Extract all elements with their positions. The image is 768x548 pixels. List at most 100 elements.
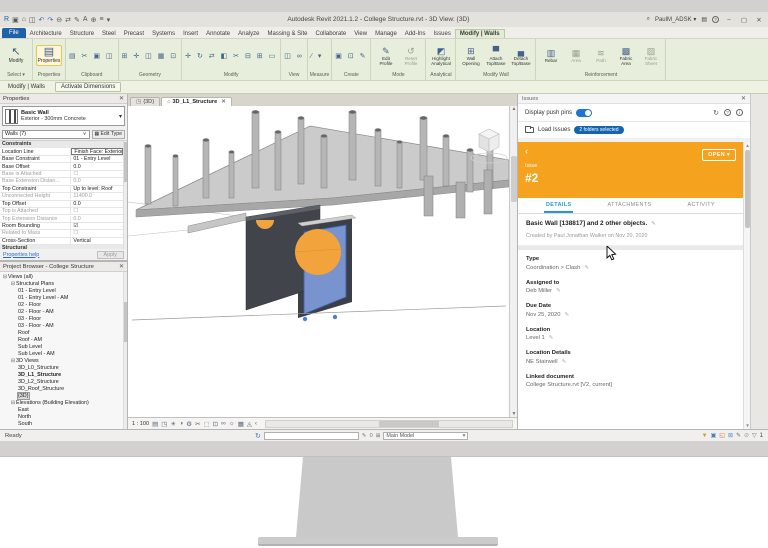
undo-icon[interactable]: ↶ — [39, 16, 45, 24]
element-filter-select[interactable]: Walls (7) ∨ — [2, 130, 90, 139]
load-issues-button[interactable]: Load Issues — [538, 127, 570, 133]
property-value[interactable]: 0.0 — [71, 201, 123, 207]
views-icon[interactable]: ▣ — [12, 16, 19, 24]
close-icon[interactable]: ✕ — [119, 95, 124, 102]
tree-item[interactable]: ⊟ 3D Views — [0, 357, 123, 364]
ribbon-tab[interactable]: Annotate — [202, 30, 234, 38]
save-icon[interactable]: ◫ — [29, 16, 36, 24]
property-value[interactable]: 0.0 — [71, 164, 123, 170]
properties-help-link[interactable]: Properties help — [3, 252, 39, 258]
measure-icons[interactable]: ∕ ▾ — [311, 52, 324, 60]
3d-view-icon[interactable]: ⊕ — [91, 16, 97, 24]
tree-item[interactable]: {3D} — [0, 392, 123, 399]
grid-icon[interactable]: ⊞ — [376, 433, 381, 439]
refresh-icon[interactable]: ↻ — [713, 109, 719, 117]
issue-pushpin-large[interactable] — [295, 229, 341, 275]
property-value[interactable]: 11400.0 — [71, 193, 123, 199]
property-value[interactable]: ☐ — [71, 230, 123, 236]
ribbon-tab[interactable]: View — [350, 30, 371, 38]
model-canvas[interactable] — [128, 106, 509, 417]
collapse-icon[interactable]: ‹ — [255, 420, 257, 428]
ribbon-tab[interactable]: Steel — [98, 30, 120, 38]
lock-view-icon[interactable]: ⊡ — [213, 420, 218, 428]
property-value[interactable]: ☑ — [71, 223, 123, 229]
create-icons[interactable]: ▣ ⊡ ✎ — [335, 52, 367, 60]
temporary-hide-icon[interactable]: ∞ — [221, 420, 226, 428]
browser-scrollbar[interactable] — [123, 272, 127, 429]
tree-item[interactable]: 03 - Floor - AM — [0, 322, 123, 329]
property-value[interactable]: ☐ — [71, 171, 123, 177]
edit-icon[interactable]: ✎ — [556, 288, 561, 294]
tree-item[interactable]: Roof — [0, 329, 123, 336]
tree-item[interactable]: ⊟ Elevations (Building Elevation) — [0, 399, 123, 406]
tree-item[interactable]: 3D_L2_Structure — [0, 378, 123, 385]
view-tab[interactable]: ⌂ 3D_L1_Structure ✕ — [161, 97, 232, 106]
vertical-scrollbar[interactable]: ▲ ▼ — [509, 106, 517, 417]
scrollbar-thumb[interactable] — [379, 421, 439, 427]
view-tab[interactable]: ◳ {3D} — [130, 97, 160, 106]
minimize-button[interactable]: – — [724, 16, 734, 23]
issue-tab[interactable]: ATTACHMENTS — [605, 198, 653, 213]
info-icon[interactable]: i — [736, 109, 743, 116]
edit-icon[interactable]: ✎ — [562, 359, 567, 365]
close-icon[interactable]: ✕ — [119, 263, 124, 270]
clipboard-icons[interactable]: ▤ ✂ ▣ ◫ — [69, 52, 115, 60]
worksharing-input[interactable] — [264, 432, 359, 440]
property-value[interactable]: Vertical — [71, 238, 123, 244]
rebar-button[interactable]: ▥ Rebar — [539, 48, 562, 63]
type-selector[interactable]: Basic Wall Exterior - 300mm Concrete ▾ — [0, 104, 127, 128]
highlight-analytical-button[interactable]: ◩ Highlight Analytical — [429, 46, 452, 66]
render-icon[interactable]: ⚙ — [186, 420, 192, 428]
ribbon-tab[interactable]: Architecture — [26, 30, 66, 38]
property-value[interactable]: ☐ — [71, 208, 123, 214]
fabric-area-button[interactable]: ▩ Fabric Area — [614, 46, 637, 66]
tree-item[interactable]: ⊟ Structural Plans — [0, 280, 123, 287]
modify-icons[interactable]: ✛ ↻ ⇄ ◧ ✂ ⊟ ⊞ ▭ — [185, 52, 277, 60]
scroll-down-icon[interactable]: ▼ — [744, 423, 751, 428]
activate-dimensions-button[interactable]: Activate Dimensions — [55, 82, 121, 92]
properties-button[interactable]: ▤ Properties — [36, 45, 62, 66]
close-button[interactable]: ✕ — [754, 16, 764, 24]
property-value[interactable]: 0.0 — [71, 178, 123, 184]
edit-profile-button[interactable]: ✎ Edit Profile — [374, 46, 397, 66]
text-icon[interactable]: A — [83, 16, 88, 23]
tree-item[interactable]: 02 - Floor - AM — [0, 308, 123, 315]
filter-icon[interactable]: ▼ — [702, 433, 708, 439]
edit-icon[interactable]: ✎ — [584, 265, 589, 271]
ribbon-tab[interactable]: Massing & Site — [263, 30, 311, 38]
issue-tab[interactable]: DETAILS — [544, 198, 573, 213]
chevron-down-icon[interactable]: ▾ — [119, 113, 122, 120]
apply-button[interactable]: Apply — [97, 251, 125, 259]
detail-level-icon[interactable]: ▤ — [152, 420, 158, 428]
crop-view-icon[interactable]: ✂ — [195, 420, 200, 428]
tag-icon[interactable]: ✎ — [74, 16, 80, 24]
tree-item[interactable]: 03 - Floor — [0, 315, 123, 322]
attach-top-base-button[interactable]: ▀ Attach Top/Base — [484, 46, 507, 66]
reveal-hidden-icon[interactable]: ☼ — [229, 420, 235, 428]
horizontal-scrollbar[interactable] — [265, 420, 513, 428]
editable-icon[interactable]: ✎ — [362, 433, 367, 439]
tree-item[interactable]: ⊟ Views (all) — [0, 273, 123, 280]
scroll-up-icon[interactable]: ▲ — [744, 143, 751, 148]
property-value[interactable]: Finish Face: Exterior — [71, 148, 123, 154]
level-node[interactable] — [333, 315, 337, 319]
close-icon[interactable]: ✕ — [221, 99, 226, 105]
tree-item[interactable]: South — [0, 420, 123, 427]
issue-tab[interactable]: ACTIVITY — [686, 198, 717, 213]
worksharing-icon[interactable]: ↻ — [255, 432, 261, 440]
modify-button[interactable]: ↖ Modify — [3, 46, 29, 65]
ribbon-tab[interactable]: Modify | Walls — [455, 29, 505, 38]
type-selector-box[interactable]: Basic Wall Exterior - 300mm Concrete ▾ — [2, 106, 125, 126]
tree-item[interactable]: Roof - AM — [0, 336, 123, 343]
view-icons[interactable]: ◫ ∞ — [284, 52, 304, 60]
edit-type-button[interactable]: ▦ Edit Type — [92, 130, 125, 139]
editable-only-icon[interactable]: ▣ — [711, 432, 717, 439]
pushpins-toggle[interactable] — [576, 109, 592, 117]
help-icon[interactable]: ? — [724, 109, 731, 116]
revit-logo-icon[interactable]: R — [4, 16, 9, 23]
issues-scrollbar[interactable]: ▲ ▼ — [743, 142, 750, 429]
scrollbar-thumb[interactable] — [745, 150, 750, 228]
ribbon-tab[interactable]: Insert — [179, 30, 202, 38]
tree-item[interactable]: Sub Level - AM — [0, 350, 123, 357]
property-value[interactable]: 01 - Entry Level — [71, 156, 123, 162]
